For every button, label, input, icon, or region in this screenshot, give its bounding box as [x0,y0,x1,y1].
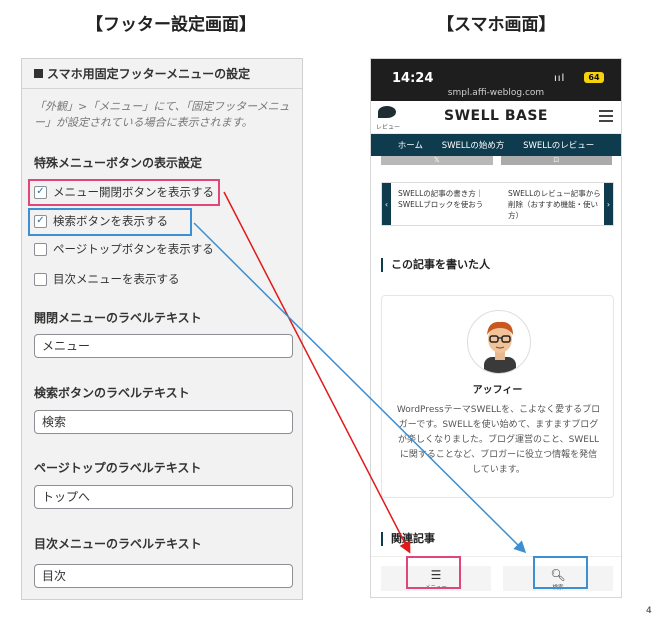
checkbox-toc-menu[interactable]: 目次メニューを表示する [34,269,180,289]
section-divider [22,88,302,89]
toc-label-input[interactable]: 目次 [34,564,293,588]
clock: 14:24 [392,71,434,86]
avatar-illustration-icon [484,321,516,373]
battery-icon: 64 [584,72,604,83]
author-card: アッフィー WordPressテーマSWELLを、こよなく愛するブロガーです。S… [381,295,614,498]
chevron-left-icon[interactable]: ‹ [382,183,391,225]
section-title: スマホ用固定フッターメニューの設定 [34,65,250,82]
share-buttons: 𝕏 ⊡ [381,156,612,165]
related-posts-heading: 関連記事 [381,532,435,546]
menu-label-input[interactable]: メニュー [34,334,293,358]
settings-note: 「外観」>「メニュー」にて、「固定フッターメニュー」が設定されている場合に表示さ… [34,100,290,129]
author-avatar[interactable] [467,310,531,374]
checkbox-label: 目次メニューを表示する [53,272,180,286]
x-share-button[interactable]: 𝕏 [381,156,493,165]
signal-wifi-icon: ııl [554,73,566,84]
related-post-link[interactable]: SWELLのレビュー記事から削除（おすすめ機能・使い方） [508,188,603,221]
menu-label-field-title: 開閉メニューのラベルテキスト [34,311,202,325]
related-post-slider: ‹ SWELLの記事の書き方｜SWELLブロックを使おう SWELLのレビュー記… [381,182,614,226]
settings-screen-heading: 【フッター設定画面】 [86,15,256,35]
square-bullet-icon [34,69,43,78]
footer-settings-panel: スマホ用固定フッターメニューの設定 「外観」>「メニュー」にて、「固定フッターメ… [21,58,303,600]
hamburger-menu-icon[interactable] [599,110,613,122]
copy-share-button[interactable]: ⊡ [500,156,612,165]
checkbox[interactable] [34,242,47,256]
global-nav: ホーム SWELLの始め方 SWELLのレビュー [371,134,621,156]
site-header: レビュー SWELL BASE [371,101,621,134]
nav-item-home[interactable]: ホーム [398,139,423,151]
checkbox[interactable] [34,272,47,286]
author-bio: WordPressテーマSWELLを、こよなく愛するブロガーです。SWELLを使… [396,405,601,475]
author-name: アッフィー [472,385,523,396]
status-bar: 14:24 ııl 64 smpl.affi-weblog.com [371,59,621,101]
toc-label-field-title: 目次メニューのラベルテキスト [34,537,202,551]
site-title[interactable]: SWELL BASE [371,108,621,124]
checkbox-label: ページトップボタンを表示する [53,242,214,256]
footer-menu-highlight [406,556,461,589]
nav-item-getting-started[interactable]: SWELLの始め方 [442,139,505,151]
pagetop-label-field-title: ページトップのラベルテキスト [34,461,202,475]
pagetop-label-input[interactable]: トップへ [34,485,293,509]
search-label-input[interactable]: 検索 [34,410,293,434]
footer-search-highlight [533,556,588,589]
phone-screen: 14:24 ııl 64 smpl.affi-weblog.com レビュー S… [370,58,622,598]
menu-toggle-highlight [28,179,220,206]
checkbox-page-top[interactable]: ページトップボタンを表示する [34,239,214,259]
search-label-field-title: 検索ボタンのラベルテキスト [34,386,190,400]
edge-mark: 4 [646,606,652,616]
nav-item-review[interactable]: SWELLのレビュー [523,139,594,151]
special-buttons-title: 特殊メニューボタンの表示設定 [34,156,203,170]
chevron-right-icon[interactable]: › [604,183,613,225]
author-section-heading: この記事を書いた人 [381,258,490,272]
browser-url[interactable]: smpl.affi-weblog.com [371,88,621,98]
search-button-highlight [28,208,192,236]
phone-screen-heading: 【スマホ画面】 [437,15,556,35]
related-post-link[interactable]: SWELLの記事の書き方｜SWELLブロックを使おう [398,188,493,210]
